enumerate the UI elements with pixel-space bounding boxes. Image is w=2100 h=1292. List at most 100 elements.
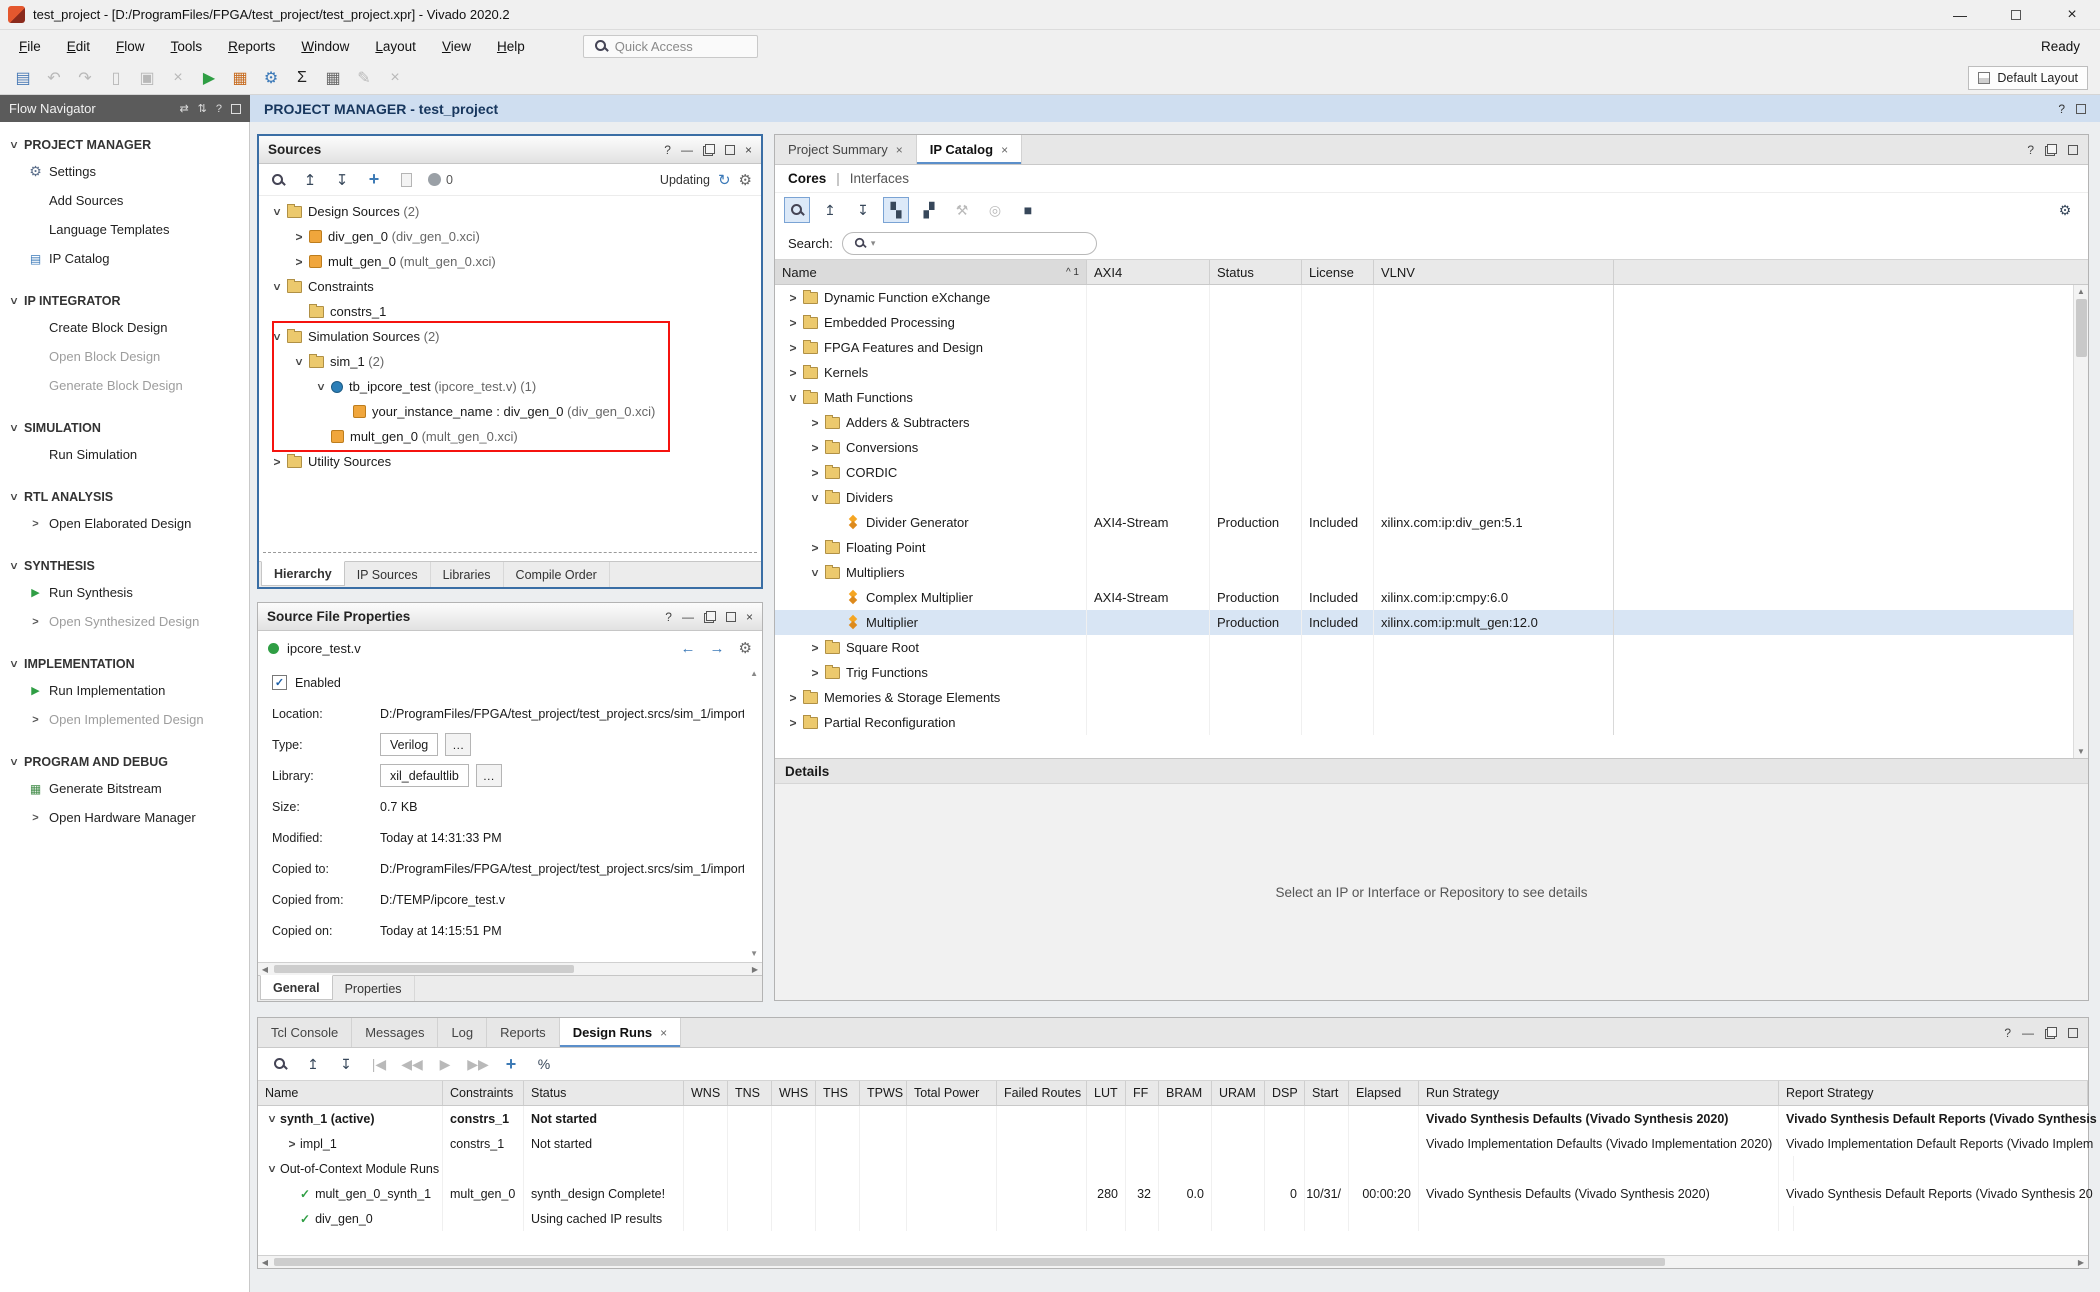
run-row-synth-1[interactable]: >synth_1 (active)constrs_1Not startedViv… — [258, 1106, 2088, 1131]
scroll-up-icon[interactable]: ▲ — [750, 669, 758, 678]
float-icon[interactable] — [704, 611, 716, 623]
column-header-tns[interactable]: TNS — [728, 1081, 772, 1105]
chevron-down-icon[interactable]: > — [7, 420, 21, 436]
chevron-down-icon[interactable]: > — [7, 293, 21, 309]
edit-icon[interactable]: ✎ — [351, 65, 377, 91]
flownav-ip-catalog[interactable]: ▤IP Catalog — [0, 244, 249, 273]
run-row-out-of-context-module-runs[interactable]: >Out-of-Context Module Runs — [258, 1156, 2088, 1181]
cores-view-link[interactable]: Cores — [788, 171, 826, 186]
flownav-add-sources[interactable]: Add Sources — [0, 186, 249, 215]
maximize-icon[interactable] — [726, 612, 736, 622]
type-input[interactable]: Verilog — [380, 733, 438, 756]
flownav-generate-bitstream[interactable]: ▦Generate Bitstream — [0, 774, 249, 803]
catalog-row-conversions[interactable]: >Conversions — [775, 435, 2088, 460]
flownav-run-implementation[interactable]: ▶Run Implementation — [0, 676, 249, 705]
menu-flow[interactable]: Flow — [103, 34, 158, 59]
close-button[interactable]: × — [2044, 0, 2100, 29]
tree-item-mult-gen-0[interactable]: >mult_gen_0 (mult_gen_0.xci) — [259, 249, 761, 274]
menu-file[interactable]: File — [6, 34, 54, 59]
help-icon[interactable]: ? — [2004, 1026, 2011, 1040]
cancel-icon[interactable]: × — [382, 65, 408, 91]
horizontal-scrollbar[interactable]: ◀ ▶ — [258, 1255, 2088, 1268]
column-header-run-strategy[interactable]: Run Strategy — [1419, 1081, 1779, 1105]
menu-edit[interactable]: Edit — [54, 34, 103, 59]
delete-icon[interactable]: × — [165, 65, 191, 91]
catalog-row-cordic[interactable]: >CORDIC — [775, 460, 2088, 485]
column-header-vlnv[interactable]: VLNV — [1374, 260, 1614, 284]
quick-access-search[interactable]: Quick Access — [583, 35, 758, 58]
chevron-down-icon[interactable]: > — [808, 490, 822, 506]
splitter-handle[interactable] — [263, 552, 757, 553]
refresh-icon[interactable]: ↻ — [718, 171, 731, 189]
column-header-whs[interactable]: WHS — [772, 1081, 816, 1105]
settings-icon[interactable]: ⚙ — [739, 171, 752, 189]
section-header-simulation[interactable]: >SIMULATION — [0, 415, 249, 440]
chevron-right-icon[interactable]: > — [284, 1137, 300, 1151]
tab-design-runs[interactable]: Design Runs× — [560, 1018, 681, 1047]
browse-button[interactable]: … — [476, 764, 502, 787]
scrollbar-thumb[interactable] — [274, 1258, 1665, 1266]
flownav-settings[interactable]: ⚙Settings — [0, 157, 249, 186]
expand-all-icon[interactable]: ↧ — [850, 197, 876, 223]
float-icon[interactable] — [703, 144, 715, 156]
maximize-button[interactable] — [1988, 0, 2044, 29]
chevron-right-icon[interactable]: > — [785, 366, 801, 380]
launch-runs-icon[interactable]: ▶ — [432, 1051, 458, 1077]
help-icon[interactable]: ? — [2027, 143, 2034, 157]
paste-icon[interactable]: ▣ — [134, 65, 160, 91]
column-header-report-strategy[interactable]: Report Strategy — [1779, 1081, 2088, 1105]
chevron-down-icon[interactable]: > — [270, 329, 284, 345]
chevron-right-icon[interactable]: > — [807, 541, 823, 555]
run-row-mult-gen-0-synth-1[interactable]: >✓mult_gen_0_synth_1mult_gen_0synth_desi… — [258, 1181, 2088, 1206]
tree-item-utility-sources[interactable]: >Utility Sources — [259, 449, 761, 474]
back-icon[interactable]: ← — [681, 640, 696, 657]
minimize-icon[interactable]: — — [682, 610, 694, 624]
add-sources-icon[interactable]: + — [364, 170, 384, 190]
chevron-down-icon[interactable]: > — [270, 279, 284, 295]
float-icon[interactable] — [2045, 1027, 2057, 1039]
redo-icon[interactable]: ↷ — [72, 65, 98, 91]
column-header-tpws[interactable]: TPWS — [860, 1081, 907, 1105]
chevron-right-icon[interactable]: > — [807, 416, 823, 430]
column-header-status[interactable]: Status — [1210, 260, 1302, 284]
toggle-view-icon[interactable]: ⇄ — [179, 102, 188, 115]
flownav-run-synthesis[interactable]: ▶Run Synthesis — [0, 578, 249, 607]
settings-icon[interactable]: ⚙ — [2052, 197, 2078, 223]
search-icon[interactable] — [784, 197, 810, 223]
column-header-lut[interactable]: LUT — [1087, 1081, 1126, 1105]
scroll-down-icon[interactable]: ▼ — [750, 949, 758, 958]
settings-icon[interactable]: ⚙ — [739, 639, 752, 657]
tree-item-simulation-sources[interactable]: >Simulation Sources (2) — [259, 324, 761, 349]
expand-all-icon[interactable]: ↧ — [332, 170, 352, 190]
catalog-row-math-functions[interactable]: >Math Functions — [775, 385, 2088, 410]
tab-libraries[interactable]: Libraries — [431, 562, 504, 587]
chevron-right-icon[interactable]: > — [807, 466, 823, 480]
chevron-down-icon[interactable]: > — [292, 354, 306, 370]
close-tab-icon[interactable]: × — [1001, 143, 1008, 157]
undo-icon[interactable]: ↶ — [41, 65, 67, 91]
maximize-icon[interactable] — [2068, 1028, 2078, 1038]
collapse-all-icon[interactable]: ↥ — [817, 197, 843, 223]
collapse-header-icon[interactable] — [2076, 104, 2086, 114]
chevron-down-icon[interactable]: > — [7, 656, 21, 672]
chevron-down-icon[interactable]: > — [270, 204, 284, 220]
scroll-right-icon[interactable]: ▶ — [748, 965, 762, 974]
catalog-row-dividers[interactable]: >Dividers — [775, 485, 2088, 510]
forward-icon[interactable]: → — [710, 640, 725, 657]
catalog-row-fpga-features-and-design[interactable]: >FPGA Features and Design — [775, 335, 2088, 360]
open-file-icon[interactable] — [396, 170, 416, 190]
horizontal-scrollbar[interactable]: ◀ ▶ — [258, 962, 762, 975]
catalog-row-adders-subtracters[interactable]: >Adders & Subtracters — [775, 410, 2088, 435]
column-header-ff[interactable]: FF — [1126, 1081, 1159, 1105]
hierarchy-view-icon[interactable]: ▞ — [916, 197, 942, 223]
collapse-all-icon[interactable]: ↥ — [300, 170, 320, 190]
help-icon[interactable]: ? — [664, 143, 671, 157]
tab-compile-order[interactable]: Compile Order — [504, 562, 610, 587]
hide-panel-icon[interactable] — [231, 104, 241, 114]
catalog-row-divider-generator[interactable]: >Divider GeneratorAXI4-StreamProductionI… — [775, 510, 2088, 535]
menu-window[interactable]: Window — [288, 34, 362, 59]
section-header-rtl-analysis[interactable]: >RTL ANALYSIS — [0, 484, 249, 509]
chevron-down-icon[interactable]: > — [7, 137, 21, 153]
column-header-elapsed[interactable]: Elapsed — [1349, 1081, 1419, 1105]
float-icon[interactable] — [2045, 144, 2057, 156]
